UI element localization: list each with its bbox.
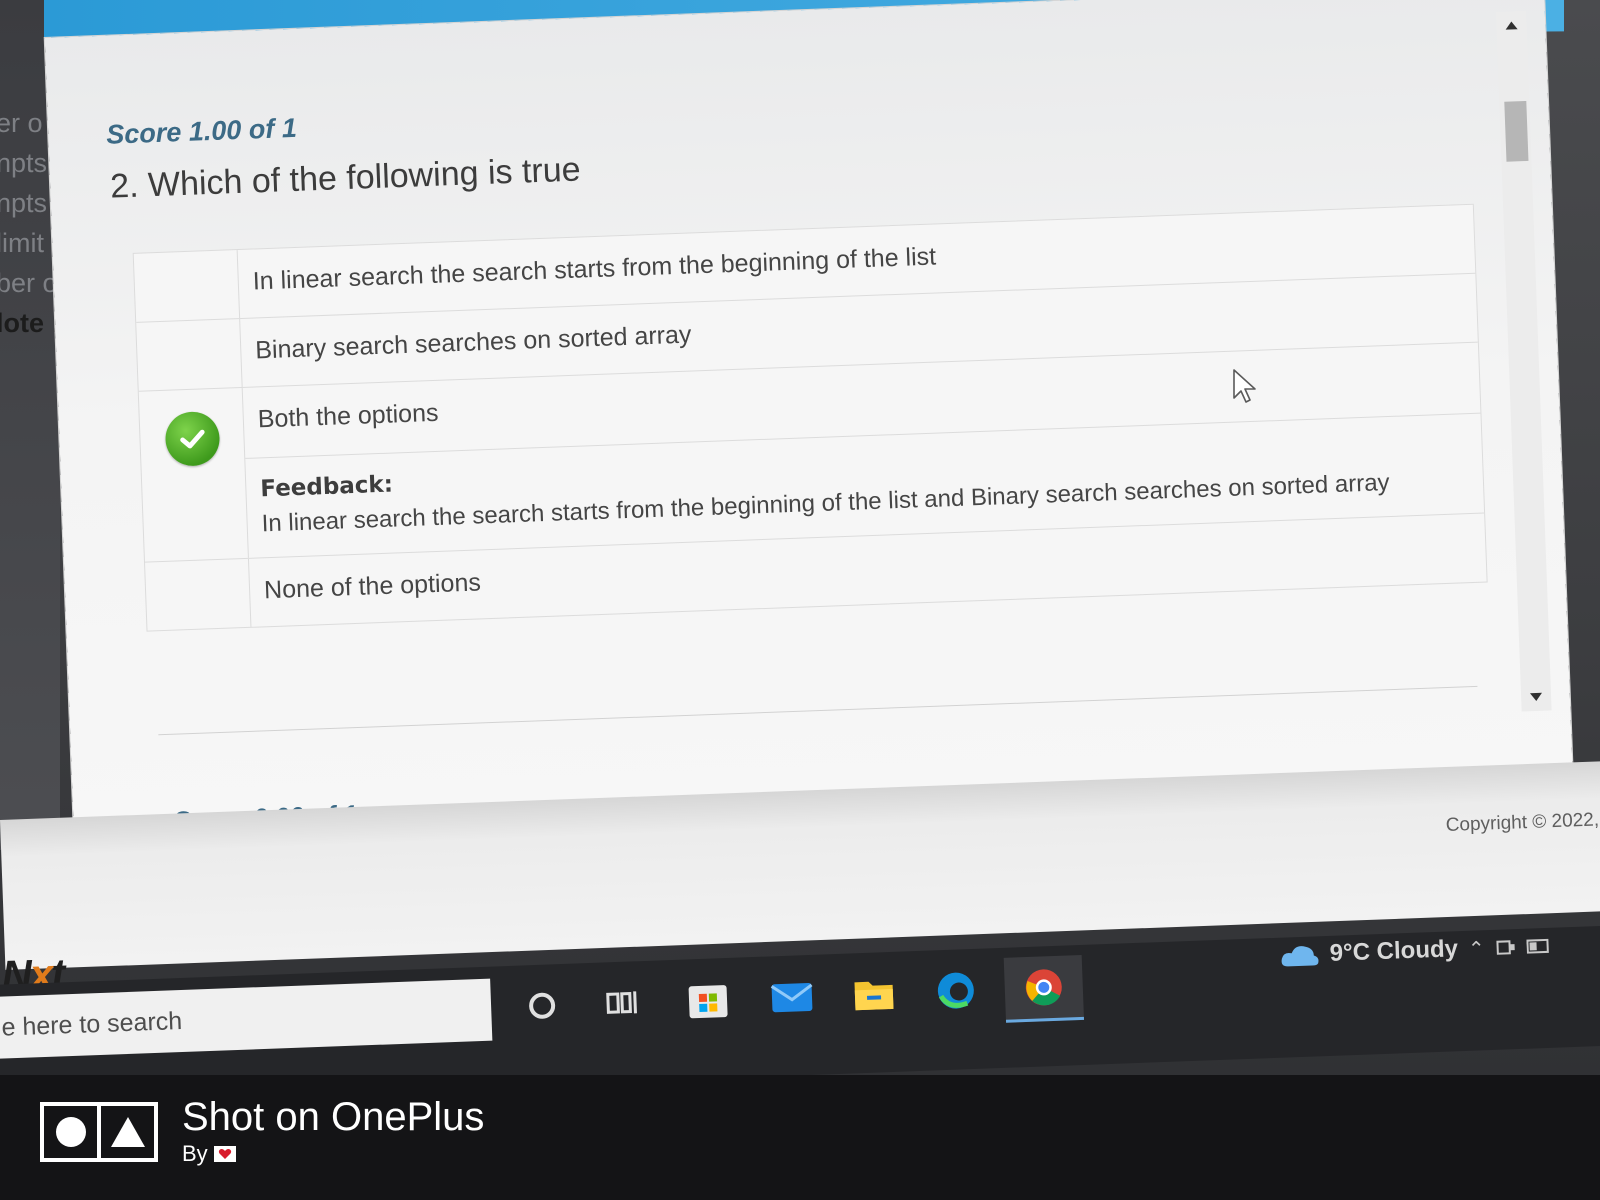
chevron-up-icon[interactable]: ⌃	[1467, 936, 1486, 962]
taskbar-search-input[interactable]: e here to search	[0, 978, 493, 1059]
heart-icon	[213, 1146, 236, 1162]
option-marker-cell	[136, 319, 243, 391]
meet-now-icon[interactable]	[1494, 936, 1517, 959]
question-score: Score 1.00 of 1	[105, 112, 298, 150]
copyright-text: Copyright © 2022,	[1445, 809, 1600, 837]
system-tray: 9°C Cloudy ⌃	[1279, 932, 1551, 970]
option-marker-cell	[138, 387, 249, 562]
sidebar-fragment: npts	[0, 188, 48, 218]
triangle-icon	[110, 1117, 145, 1147]
quiz-panel: Score 1.00 of 1 2. Which of the followin…	[44, 0, 1573, 836]
mail-icon[interactable]	[760, 965, 824, 1029]
watermark-by: By	[182, 1141, 208, 1166]
quiz-panel-wrapper: Score 1.00 of 1 2. Which of the followin…	[44, 0, 1592, 836]
file-explorer-icon[interactable]	[842, 962, 906, 1026]
photo-stage: er o npts npts limit ber o lote : Score …	[0, 0, 1600, 1200]
answer-options-list: In linear search the search starts from …	[132, 203, 1488, 632]
option-marker-cell	[145, 558, 252, 631]
watermark-title: Shot on OnePlus	[182, 1095, 485, 1139]
sidebar-fragment: lote :	[0, 308, 61, 338]
sidebar-fragment: npts	[0, 148, 48, 178]
mouse-cursor-icon	[1233, 369, 1256, 403]
scroll-up-icon[interactable]	[1505, 21, 1518, 30]
monitor-screen: er o npts npts limit ber o lote : Score …	[0, 0, 1600, 1075]
question-text: 2. Which of the following is true	[109, 150, 582, 206]
edge-icon[interactable]	[924, 958, 988, 1022]
camera-watermark: Shot on OnePlus By	[40, 1095, 484, 1169]
oneplus-camera-logo	[40, 1102, 158, 1162]
battery-icon[interactable]	[1526, 937, 1551, 956]
chrome-icon[interactable]	[1003, 954, 1085, 1023]
search-placeholder: e here to search	[1, 1006, 183, 1042]
weather-label[interactable]: 9°C Cloudy	[1329, 935, 1458, 968]
store-icon[interactable]	[676, 968, 740, 1032]
sidebar-fragment: limit	[0, 228, 44, 258]
scroll-thumb[interactable]	[1504, 100, 1529, 162]
task-view-icon[interactable]	[590, 971, 654, 1035]
sidebar-fragment: er o	[0, 108, 43, 138]
scroll-down-icon[interactable]	[1529, 692, 1543, 702]
question-divider	[158, 685, 1478, 736]
correct-check-icon	[164, 410, 220, 467]
option-marker-cell	[133, 250, 241, 322]
circle-icon	[55, 1117, 86, 1147]
sidebar-fragment: ber o	[0, 268, 58, 298]
cortana-icon[interactable]	[510, 974, 574, 1038]
cloud-icon	[1281, 946, 1319, 967]
